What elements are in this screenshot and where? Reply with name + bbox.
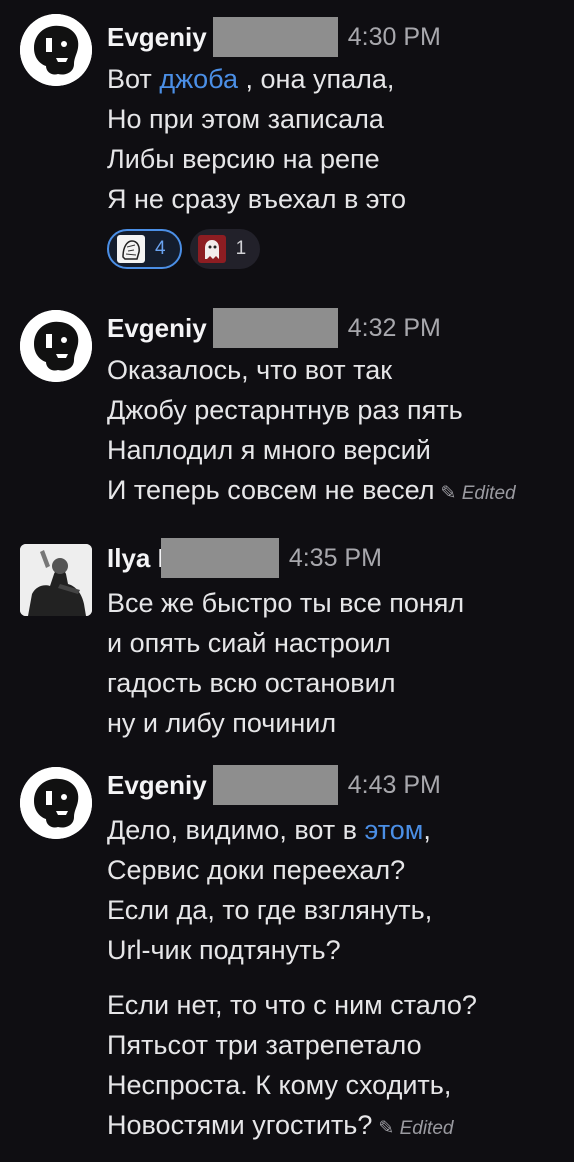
redacted-block [212,17,338,57]
this-link[interactable]: этом [365,815,424,845]
message-line: Пятьсот три затрепетало [107,1030,422,1060]
author-name[interactable]: Ilya I [107,543,165,574]
message-line: Сервис доки переехал? [107,855,406,885]
message-line: И теперь совсем не весел ✎ Edited [107,470,516,510]
timestamp[interactable]: 4:32 PM [348,314,441,343]
message-line-text: Новостями угостить? [107,1110,373,1140]
message-line: Наплодил я много версий [107,435,431,465]
message-line: Дело, видимо, вот в этом, [107,810,432,850]
job-link[interactable]: джоба [159,64,238,94]
message-header: Evgeniy 4:43 PM [107,765,441,805]
message-body-stanza: Если нет, то что с ним стало? Пятьсот тр… [107,985,477,1145]
avatar[interactable] [20,310,92,382]
message-line: и опять сиай настроил [107,628,391,658]
bearded-face-icon [20,767,92,839]
pencil-icon: ✎ [440,483,457,504]
message-line: Все же быстро ты все понял [107,588,465,618]
sketch-portrait-emoji-icon [117,235,145,263]
avatar[interactable] [20,767,92,839]
timestamp[interactable]: 4:35 PM [289,544,382,573]
edited-marker: ✎ Edited [441,483,516,504]
reaction-button[interactable]: 4 [107,229,182,269]
bearded-face-icon [20,310,92,382]
avatar[interactable] [20,14,92,86]
message-line: Я не сразу въехал в это [107,184,407,214]
message-header: Ilya I 4:35 PM [107,538,382,578]
text-segment: Дело, видимо, вот в [107,815,365,845]
text-segment: , [423,815,431,845]
user-photo-icon [20,544,92,616]
ghost-emoji-icon [197,235,226,263]
message-line: Если да, то где взглянуть, [107,895,433,925]
message-line: Вот джоба , она упала, [107,59,406,99]
reactions-bar: 4 1 [107,229,261,269]
message-line: ну и либу починил [107,708,337,738]
message-line: Неспроста. К кому сходить, [107,1070,452,1100]
message-line: Джобу рестарнтнув раз пять [107,395,463,425]
timestamp[interactable]: 4:43 PM [348,771,441,800]
message-line: Оказалось, что вот так [107,355,393,385]
redacted-block [212,765,338,805]
message-line: Но при этом записала [107,104,384,134]
reaction-button[interactable]: 1 [189,229,261,269]
author-name[interactable]: Evgeniy [107,22,207,53]
reaction-count: 4 [155,238,166,259]
message-line: гадость всю остановил [107,668,396,698]
author-name[interactable]: Evgeniy [107,770,207,801]
message-body: Все же быстро ты все понял и опять сиай … [107,583,464,743]
message-line: Url-чик подтянуть? [107,935,341,965]
redacted-block [160,538,279,578]
message-line: Если нет, то что с ним стало? [107,990,477,1020]
edited-label: Edited [399,1118,454,1139]
reaction-count: 1 [235,238,247,259]
text-segment: Вот [107,64,160,94]
message-line: Новостями угостить? ✎ Edited [107,1105,477,1145]
message-line-text: И теперь совсем не весел [107,475,435,505]
timestamp[interactable]: 4:30 PM [348,23,441,52]
message-body: Вот джоба , она упала, Но при этом запис… [107,59,406,219]
edited-marker: ✎ Edited [378,1118,453,1139]
bearded-face-icon [20,14,92,86]
author-name[interactable]: Evgeniy [107,313,207,344]
avatar[interactable] [20,544,92,616]
message-line: Либы версию на репе [107,144,380,174]
message-header: Evgeniy 4:30 PM [107,17,441,57]
message-header: Evgeniy 4:32 PM [107,308,441,348]
message-body: Оказалось, что вот так Джобу рестарнтнув… [107,350,516,510]
text-segment: , она упала, [238,64,395,94]
redacted-block [212,308,338,348]
message-body: Дело, видимо, вот в этом, Сервис доки пе… [107,810,432,970]
edited-label: Edited [461,483,516,504]
pencil-icon: ✎ [378,1118,395,1139]
